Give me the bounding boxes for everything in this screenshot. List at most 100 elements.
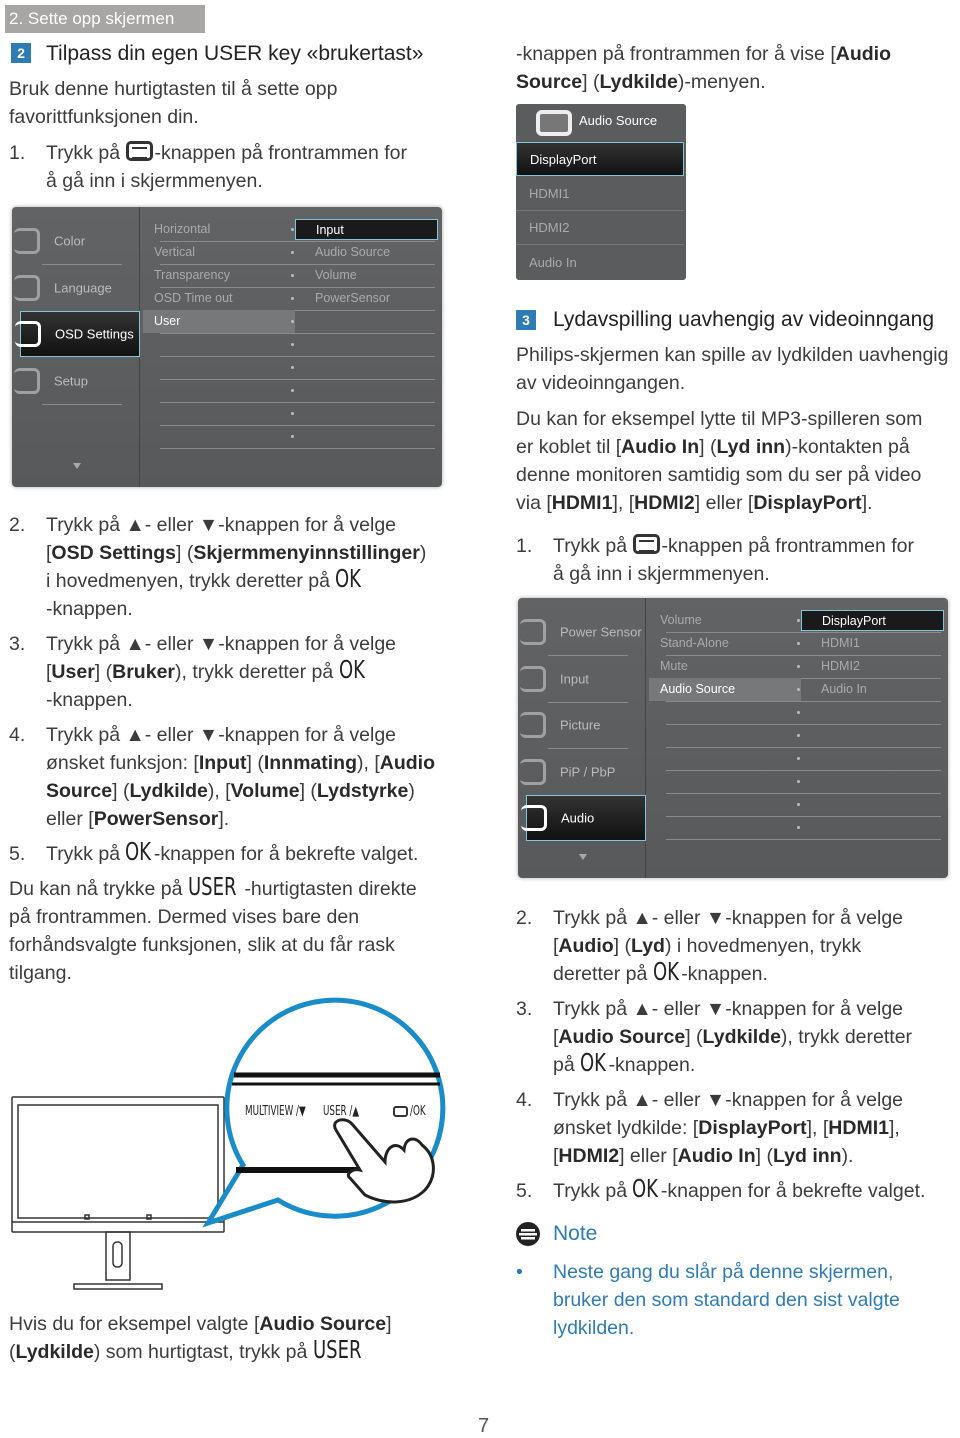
bold-term: Input [198, 752, 247, 774]
bullet-dot [797, 665, 800, 668]
osd-option-item: PowerSensor [315, 291, 391, 305]
bold-term: Audio [379, 752, 435, 774]
bold-term: DisplayPort [698, 1117, 807, 1139]
text-line: denne monitoren samtidig som du ser på v… [516, 464, 922, 486]
list-number: 2. [516, 907, 533, 929]
osd-menu-item-label: Setup [54, 373, 88, 388]
divider [666, 724, 941, 725]
text-line: forhåndsvalgte funksjonen, slik at du få… [9, 934, 395, 956]
osd-menu-item-label: Input [560, 671, 589, 686]
osd-option-item: DisplayPort [801, 610, 944, 631]
osd-settings-icon [15, 321, 41, 347]
osd-menu-item-input: Input [518, 656, 646, 702]
text-line: ønsket lydkilde: [DisplayPort], [HDMI1], [553, 1117, 900, 1139]
audio-option-hdmi1: HDMI1 [516, 177, 684, 211]
text-line: -knappen. [46, 598, 133, 620]
osd-menu-item-label: Language [54, 280, 112, 295]
text-line: via [HDMI1], [HDMI2] eller [DisplayPort]… [516, 492, 873, 514]
language-icon [14, 274, 40, 301]
audio-option-displayport: DisplayPort [516, 142, 684, 176]
bold-term: Bruker [112, 661, 176, 683]
osd-submenu-item: Audio Source [649, 678, 801, 701]
osd-submenu-item: Volume [660, 613, 702, 627]
osd-menu-item-pip-pbp: PiP / PbP [518, 749, 646, 795]
audio-source-header: Audio Source [516, 104, 686, 142]
bold-term: Skjermmenyinnstillinger [193, 542, 420, 564]
divider [160, 379, 435, 380]
audio-source-popup: Audio Source DisplayPort HDMI1 HDMI2 Aud… [516, 104, 686, 280]
divider [666, 747, 941, 748]
text-line: i hovedmenyen, trykk deretter på OK [46, 564, 362, 593]
text-line: favorittfunksjonen din. [9, 106, 199, 128]
divider [160, 425, 435, 426]
text-line: deretter på OK -knappen. [553, 957, 768, 986]
heading-number-badge: 3 [516, 310, 536, 330]
text-line: Neste gang du slår på denne skjermen, [553, 1261, 894, 1283]
user-key-glyph: USER [187, 872, 237, 901]
speaker-icon [521, 805, 547, 831]
paragraph: Du kan nå trykke på USER -hurtigtasten di… [9, 872, 417, 987]
bullet-dot [797, 826, 800, 829]
text-line: [Audio Source] (Lydkilde), trykk derette… [553, 1026, 913, 1048]
divider [666, 793, 941, 794]
text-line: Philips-skjermen kan spille av lydkilden… [516, 344, 949, 366]
list-number: 4. [9, 724, 26, 746]
bold-term: HDMI2 [558, 1145, 620, 1167]
paragraph: -knappen på frontrammen for å vise [Audi… [516, 40, 891, 96]
note-bullet: • Neste gang du slår på denne skjermen, br… [516, 1258, 900, 1342]
ok-key-label: /OK [410, 1104, 426, 1119]
divider [160, 448, 435, 449]
osd-option-item: Input [295, 219, 438, 240]
osd-submenu-item: Stand-Alone [660, 636, 729, 650]
bold-term: Volume [230, 780, 300, 802]
bold-term: HDMI1 [828, 1117, 889, 1139]
text-line: bruker den som standard den sist valgte [553, 1289, 900, 1311]
bullet-dot [291, 343, 294, 346]
bold-term: Audio In [621, 436, 700, 458]
bullet-dot [291, 274, 294, 277]
bold-term: HDMI1 [551, 492, 613, 514]
paragraph: Philips-skjermen kan spille av lydkilden… [516, 341, 948, 397]
user-key-label: USER /▲ [323, 1104, 360, 1119]
bullet-dot [291, 412, 294, 415]
text-line: på frontrammen. Dermed vises bare den [9, 906, 360, 928]
list-item: 4. Trykk på ▲- eller ▼-knappen for å velg… [9, 721, 435, 833]
text-line: eller [PowerSensor]. [46, 808, 230, 830]
bullet-dot [797, 619, 800, 622]
text-line: Trykk på ▲- eller ▼-knappen for å velge [553, 907, 904, 929]
bold-term: HDMI2 [634, 492, 695, 514]
bold-term: User [51, 661, 95, 683]
divider [666, 816, 941, 817]
bold-term: Source [46, 780, 113, 802]
paragraph: Du kan for eksempel lytte til MP3-spille… [516, 405, 922, 517]
menu-button-icon [393, 1106, 408, 1117]
bold-term: Innmating [263, 752, 357, 774]
text-line: Trykk på ▲- eller ▼-knappen for å velge [46, 724, 397, 746]
osd-menu-item-label: Power Sensor [560, 624, 642, 640]
bullet-dot [797, 711, 800, 714]
osd-menu-screenshot: Power Sensor Input Picture PiP / PbP Audio Vo… [518, 598, 948, 878]
list-item: 3. Trykk på ▲- eller ▼-knappen for å velg… [9, 630, 396, 714]
osd-menu-screenshot: Color Language OSD Settings Setup Horizontal… [12, 207, 442, 487]
scroll-down-arrow-icon [579, 854, 587, 860]
ok-key-glyph: OK [335, 564, 362, 593]
bold-term: Lydkilde [129, 780, 208, 802]
divider [666, 701, 941, 702]
ok-key-glyph: OK [580, 1048, 607, 1077]
bullet-dot [797, 757, 800, 760]
list-number: 1. [516, 535, 533, 557]
bullet-dot [291, 297, 294, 300]
audio-option-hdmi2: HDMI2 [516, 211, 684, 245]
osd-menu-item-label: Picture [560, 717, 601, 733]
bold-term: Lydstyrke [316, 780, 409, 802]
list-item: 3. Trykk på ▲- eller ▼-knappen for å velg… [516, 995, 912, 1079]
bold-term: Lyd inn [716, 436, 786, 458]
bold-term: Lydkilde [15, 1341, 94, 1363]
list-item: 1. Trykk på -knappen på frontrammen for å … [516, 532, 914, 588]
text-line: [HDMI2] eller [Audio In] (Lyd inn). [553, 1145, 854, 1167]
list-item: 5. Trykk på OK -knappen for å bekrefte val… [9, 839, 418, 868]
osd-menu-item-power-sensor: Power Sensor [518, 609, 646, 655]
heading-number-badge: 2 [11, 43, 31, 63]
text-line: Trykk på -knappen på frontrammen for [46, 141, 408, 164]
osd-option-item: HDMI2 [821, 659, 860, 673]
